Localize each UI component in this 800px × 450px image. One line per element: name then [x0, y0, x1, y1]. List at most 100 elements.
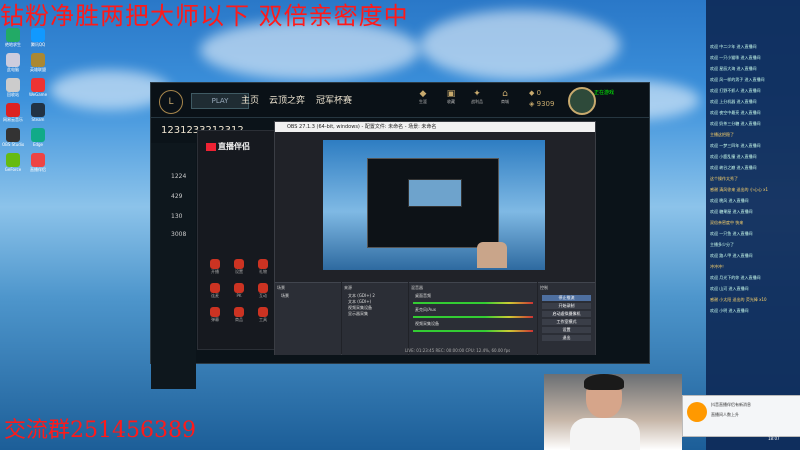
helper-tile[interactable]: 商品: [230, 307, 248, 323]
notification-toast[interactable]: 抖音直播伴侣有新消息 直播间人数上升: [682, 395, 800, 437]
app-icon: [6, 103, 20, 117]
app-icon: [6, 28, 20, 42]
app-label: 回收站: [7, 92, 19, 97]
taskbar-clock: 18:07: [768, 436, 780, 441]
app-label: Steam: [31, 117, 45, 122]
tile-icon: [258, 259, 268, 269]
control-button[interactable]: 启动虚拟摄像机: [542, 311, 591, 317]
notification-title: 抖音直播伴侣有新消息: [711, 402, 751, 407]
stream-overlay-title: 钻粉净胜两把大师以下 双倍亲密度中: [0, 2, 409, 30]
app-label: Edge: [32, 142, 44, 147]
tile-icon: [258, 283, 268, 293]
app-icon: [31, 78, 45, 92]
mixer-label: 桌面音频: [415, 293, 431, 298]
scenes-dock: 场景 场景: [275, 282, 341, 355]
stat-value: 130: [171, 213, 183, 220]
app-label: GeForce: [4, 167, 22, 172]
webcam-hair: [584, 374, 624, 390]
chat-message: 欢迎 月光下的你 进入直播间: [710, 275, 761, 280]
chat-message: 欢迎 一梦三四年 进入直播间: [710, 143, 761, 148]
helper-tile[interactable]: 设置: [230, 259, 248, 275]
app-label: 此电脑: [7, 67, 19, 72]
currency-rp: ◆ 0: [529, 89, 542, 97]
app-icon-2[interactable]: 腾讯QQ: [27, 28, 49, 48]
chat-message: 欢迎 糖果屋 进入直播间: [710, 209, 753, 214]
tile-label: 互动: [259, 293, 267, 298]
mixer-dock: 混音器 桌面音频 麦克风/Aux 视频采集设备: [409, 282, 537, 355]
nav-clash[interactable]: 冠军杯赛: [316, 93, 352, 106]
avatar[interactable]: [568, 87, 596, 115]
chat-message: 感谢 小太阳 送出的 荧光棒 x10: [710, 297, 767, 302]
app-icon-6[interactable]: WeGame: [27, 78, 49, 97]
app-icon-12[interactable]: 直播伴侣: [27, 153, 49, 173]
tile-label: 弹幕: [211, 317, 219, 322]
tile-icon: [210, 283, 220, 293]
mixer-channel: 视频采集设备: [409, 321, 537, 332]
helper-tile[interactable]: PK: [230, 283, 248, 298]
control-button[interactable]: 开始录制: [542, 303, 591, 309]
chat-message: 冲冲冲！: [710, 264, 726, 269]
helper-tile[interactable]: 互动: [254, 283, 272, 299]
helper-tile[interactable]: 工具: [254, 307, 272, 323]
app-icon-10[interactable]: Edge: [27, 128, 49, 147]
tile-icon: [234, 307, 244, 317]
obs-title-bar: OBS 27.1.3 (64-bit, windows) - 配置文件: 未命名…: [275, 122, 595, 132]
dock-title: 控制: [540, 285, 548, 290]
app-icon-8[interactable]: Steam: [27, 103, 49, 122]
chat-message: 欢迎 风一样的男子 进入直播间: [710, 77, 765, 82]
controls-dock: 控制 停止推流开始录制启动虚拟摄像机 工作室模式设置退出: [538, 282, 595, 355]
store-nav-icon[interactable]: ⌂ 商城: [497, 89, 513, 105]
volume-meter[interactable]: [413, 316, 533, 318]
dock-title: 场景: [277, 285, 285, 290]
app-icon: [6, 53, 20, 67]
chat-message: 欢迎 打野不抓人 进入直播间: [710, 88, 761, 93]
helper-logo-icon: [206, 142, 216, 151]
chat-message: 欢迎 小鹿乱撞 进入直播间: [710, 154, 757, 159]
chat-message: 欢迎 一只小猫咪 进入直播间: [710, 55, 761, 60]
control-button[interactable]: 设置: [542, 327, 591, 333]
app-label: 绝地求生: [5, 42, 21, 47]
control-button[interactable]: 停止推流: [542, 295, 591, 301]
helper-tile[interactable]: 礼物: [254, 259, 272, 275]
nav-tft[interactable]: 云顶之弈: [269, 93, 305, 106]
control-button[interactable]: 工作室模式: [542, 319, 591, 325]
chat-message: 欢迎 星辰大海 进入直播间: [710, 66, 757, 71]
notification-icon: [687, 402, 707, 422]
scene-item[interactable]: 场景: [275, 293, 341, 299]
chat-message: 主播多少分了: [710, 242, 734, 247]
tile-label: 商品: [235, 317, 243, 322]
helper-tile[interactable]: 弹幕: [206, 307, 224, 323]
chat-message: 欢迎 奶茶三分糖 进入直播间: [710, 121, 761, 126]
obs-preview-canvas[interactable]: [323, 140, 545, 270]
app-icon: [31, 103, 45, 117]
helper-tile[interactable]: 连麦: [206, 283, 224, 299]
chat-message: 主播这把稳了: [710, 132, 734, 137]
chat-message: 这个操作太秀了: [710, 176, 738, 181]
profile-nav-icon[interactable]: ◆ 生涯: [415, 89, 431, 105]
app-icon-11[interactable]: GeForce: [2, 153, 24, 172]
collection-nav-icon[interactable]: ▣ 收藏: [443, 89, 459, 105]
app-icon-7[interactable]: 网易云音乐: [2, 103, 24, 123]
loot-nav-icon[interactable]: ✦ 战利品: [469, 89, 485, 105]
nav-home[interactable]: 主页: [241, 93, 259, 106]
sources-dock: 来源 文本 (GDI+) 2 文本 (GDI+) 视频采集设备 显示器采集: [342, 282, 408, 355]
app-icon-3[interactable]: 此电脑: [2, 53, 24, 73]
control-button[interactable]: 退出: [542, 335, 591, 341]
app-icon-1[interactable]: 绝地求生: [2, 28, 24, 48]
app-icon-9[interactable]: OBS Studio: [2, 128, 24, 147]
volume-meter[interactable]: [413, 330, 533, 332]
app-icon-4[interactable]: 英雄联盟: [27, 53, 49, 73]
source-item[interactable]: 显示器采集: [342, 311, 408, 317]
webcam-feed: [544, 374, 682, 450]
mixer-channel: 麦克风/Aux: [409, 307, 537, 318]
helper-tile[interactable]: 开播: [206, 259, 224, 275]
chat-message: 欢迎 晚风 进入直播间: [710, 198, 749, 203]
app-icon: [31, 153, 45, 167]
chat-message: 欢迎 一只鱼 进入直播间: [710, 231, 753, 236]
preview-webcam: [477, 242, 507, 268]
volume-meter[interactable]: [413, 302, 533, 304]
app-icon: [31, 28, 45, 42]
preview-nested-window: [367, 158, 499, 248]
app-icon-5[interactable]: 回收站: [2, 78, 24, 98]
tile-icon: [234, 259, 244, 269]
